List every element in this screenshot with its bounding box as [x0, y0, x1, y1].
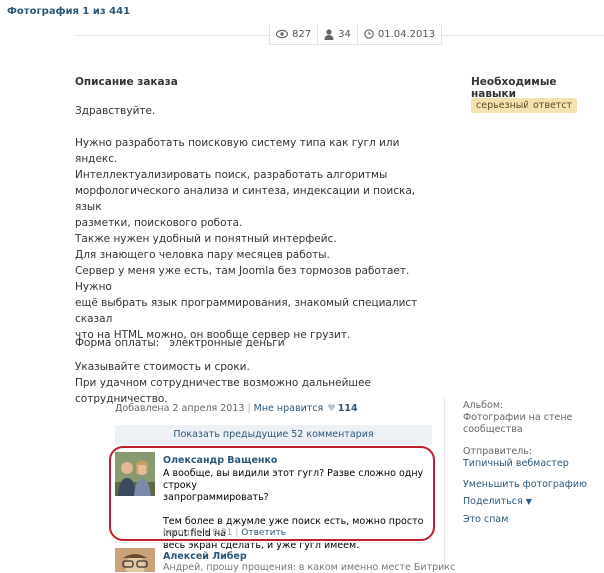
share-link[interactable]: Поделиться [463, 496, 523, 507]
desc-line: Также нужен удобный и понятный интерфейс… [75, 233, 337, 245]
shrink-photo-link[interactable]: Уменьшить фотографию [463, 479, 587, 491]
desc-line: морфологического анализа и синтеза, инде… [75, 185, 416, 213]
desc-line: разметки, поискового робота. [75, 217, 243, 229]
share-menu[interactable]: Поделиться ▼ [463, 496, 532, 508]
comment-author[interactable]: Алексей Либер [163, 551, 247, 562]
eye-icon [276, 29, 288, 39]
like-count: 114 [337, 403, 358, 414]
comment-time[interactable]: сегодня в 9:31 [163, 528, 232, 538]
users-count: 34 [338, 28, 351, 40]
skills-title: Необходимые навыки [471, 76, 557, 100]
desc-line: Указывайте стоимость и сроки. [75, 361, 250, 373]
like-link[interactable]: Мне нравится [254, 403, 324, 414]
payment-label: Форма оплаты: [75, 337, 160, 349]
desc-line: ещё выбрать язык программирования, знако… [75, 297, 418, 325]
comment-line: запрограммировать? [163, 492, 269, 503]
chevron-down-icon[interactable]: ▼ [526, 497, 532, 506]
skill-tag[interactable]: серьезный [471, 98, 535, 113]
comment-author[interactable]: Олександр Ващенко [163, 455, 277, 466]
heart-icon[interactable]: ♥ [327, 403, 336, 414]
comment-text: А вообще, вы видили этот гугл? Разве сло… [163, 468, 428, 552]
album-info: Альбом: Фотографии на стене сообщества [463, 400, 572, 436]
users-stat: 34 [317, 24, 357, 44]
views-stat: 827 [270, 24, 317, 44]
user-icon [324, 28, 334, 40]
comment-text-partial: Андрей, прошу прощения: в каком именно м… [163, 562, 456, 573]
sender-info: Отправитель: Типичный вебмастер [463, 446, 569, 470]
show-previous-comments-button[interactable]: Показать предыдущие 52 комментария [115, 425, 432, 445]
desc-line: Сервер у меня уже есть, там Joomla без т… [75, 265, 410, 293]
stats-bar: 827 34 01.04.2013 [269, 24, 443, 45]
added-date: Добавлена 2 апреля 2013 [115, 403, 245, 414]
avatar[interactable] [115, 452, 155, 496]
comment-divider [115, 542, 432, 543]
post-date: 01.04.2013 [377, 28, 436, 40]
photo-counter: Фотография 1 из 441 [7, 6, 131, 17]
reply-link[interactable]: Ответить [241, 528, 286, 538]
order-description-title: Описание заказа [75, 76, 178, 88]
comment-meta: сегодня в 9:31 | Ответить [163, 528, 287, 538]
payment-value: электронные деньги [169, 337, 285, 349]
album-name-line[interactable]: Фотографии на стене [463, 412, 572, 424]
desc-line: Для знающего человка пару месяцев работы… [75, 249, 330, 261]
views-count: 827 [292, 28, 312, 40]
sender-link[interactable]: Типичный вебмастер [463, 458, 569, 470]
desc-line: Здравствуйте. [75, 105, 156, 117]
report-spam-link[interactable]: Это спам [463, 514, 508, 526]
sender-label: Отправитель: [463, 446, 533, 457]
album-name-line[interactable]: сообщества [463, 424, 572, 436]
album-label: Альбом: [463, 400, 504, 411]
avatar[interactable] [115, 548, 155, 572]
clock-icon [364, 29, 374, 39]
photo-info: Добавлена 2 апреля 2013 | Мне нравится ♥ 114 [115, 403, 358, 414]
comment-line: А вообще, вы видили этот гугл? Разве сло… [163, 468, 424, 491]
desc-line: Нужно разработать поисковую систему типа… [75, 137, 400, 165]
sidebar-divider [444, 397, 445, 570]
payment-row: Форма оплаты: электронные деньги [75, 337, 285, 349]
order-description: Здравствуйте. Нужно разработать поискову… [75, 103, 435, 407]
skill-tag[interactable]: ответст [528, 98, 578, 113]
date-stat: 01.04.2013 [356, 24, 441, 44]
desc-line: Интеллектуализировать поиск, разработать… [75, 169, 388, 181]
